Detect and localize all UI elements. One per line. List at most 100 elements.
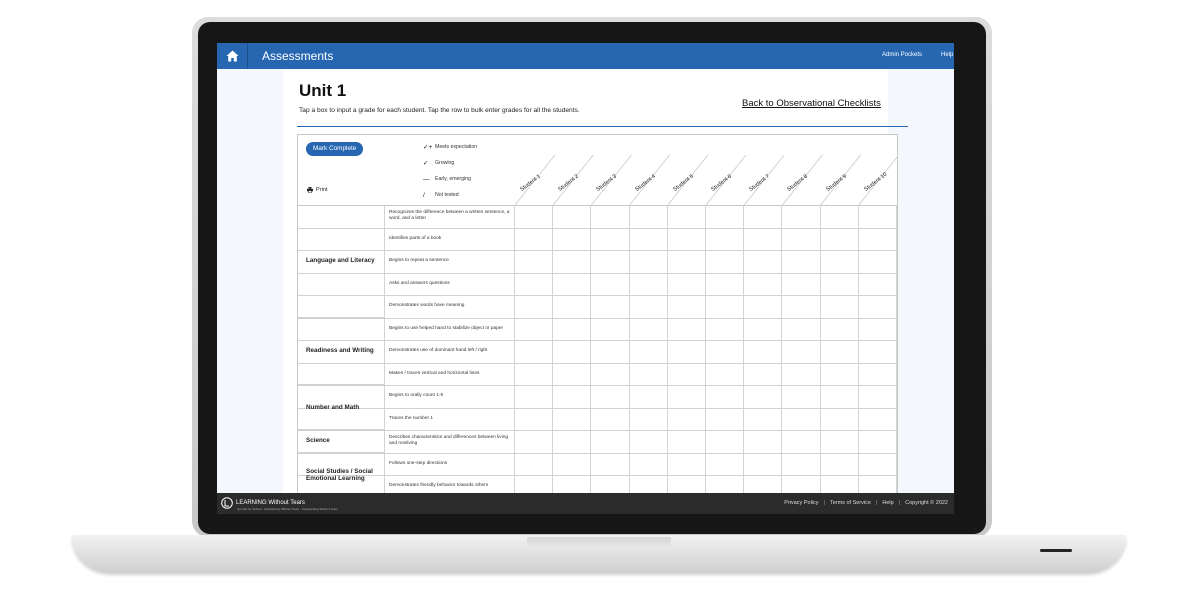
skill-label[interactable]: Begins to use helped hand to stabilize o…: [385, 317, 515, 340]
grade-cell[interactable]: [821, 250, 859, 273]
grade-cell[interactable]: [553, 452, 592, 475]
grade-cell[interactable]: [591, 227, 630, 250]
grade-cell[interactable]: [553, 407, 592, 430]
skill-row[interactable]: Follows one-step directions: [298, 452, 897, 476]
grade-cell[interactable]: [782, 430, 821, 453]
grade-cell[interactable]: [668, 227, 706, 250]
admin-pockets-link[interactable]: Admin Pockets: [882, 52, 922, 58]
grade-cell[interactable]: [782, 205, 821, 228]
grade-cell[interactable]: [859, 430, 897, 453]
grade-cell[interactable]: [591, 317, 630, 340]
grade-cell[interactable]: [553, 250, 592, 273]
skill-label[interactable]: Demonstrates use of dominant hand left /…: [385, 340, 515, 363]
grade-cell[interactable]: [821, 452, 859, 475]
grade-cell[interactable]: [630, 362, 668, 385]
grade-cell[interactable]: [591, 205, 630, 228]
skill-row[interactable]: Begins to repeat a sentence: [298, 250, 897, 274]
privacy-policy-link[interactable]: Privacy Policy: [784, 500, 818, 506]
grade-cell[interactable]: [821, 205, 859, 228]
skill-row[interactable]: Identifies parts of a book: [298, 227, 897, 251]
grade-cell[interactable]: [859, 272, 897, 295]
grade-cell[interactable]: [706, 385, 745, 408]
help-link[interactable]: Help: [941, 52, 953, 58]
footer-help-link[interactable]: Help: [882, 500, 893, 506]
grade-cell[interactable]: [821, 340, 859, 363]
skill-label[interactable]: Describes characteristics and difference…: [385, 430, 515, 453]
grade-cell[interactable]: [515, 227, 554, 250]
grade-cell[interactable]: [668, 385, 706, 408]
grade-cell[interactable]: [744, 452, 783, 475]
grade-cell[interactable]: [706, 452, 745, 475]
grade-cell[interactable]: [668, 295, 706, 318]
grade-cell[interactable]: [782, 340, 821, 363]
skill-label[interactable]: Begins to orally count 1-5: [385, 385, 515, 408]
grade-cell[interactable]: [782, 227, 821, 250]
back-to-checklists-link[interactable]: Back to Observational Checklists: [742, 98, 881, 109]
grade-cell[interactable]: [744, 295, 783, 318]
grade-cell[interactable]: [591, 295, 630, 318]
grade-cell[interactable]: [553, 272, 592, 295]
grade-cell[interactable]: [515, 250, 554, 273]
grade-cell[interactable]: [630, 272, 668, 295]
skill-label[interactable]: Demonstrates words have meaning: [385, 295, 515, 318]
grade-cell[interactable]: [706, 362, 745, 385]
grade-cell[interactable]: [553, 430, 592, 453]
grade-cell[interactable]: [744, 250, 783, 273]
grade-cell[interactable]: [706, 250, 745, 273]
skill-row[interactable]: Asks and answers questions: [298, 272, 897, 296]
grade-cell[interactable]: [821, 295, 859, 318]
grade-cell[interactable]: [859, 385, 897, 408]
grade-cell[interactable]: [706, 430, 745, 453]
grade-cell[interactable]: [706, 272, 745, 295]
grade-cell[interactable]: [553, 340, 592, 363]
grade-cell[interactable]: [859, 295, 897, 318]
grade-cell[interactable]: [821, 317, 859, 340]
grade-cell[interactable]: [553, 385, 592, 408]
grade-cell[interactable]: [515, 430, 554, 453]
grade-cell[interactable]: [744, 407, 783, 430]
skill-label[interactable]: Makes / traces vertical and horizontal l…: [385, 362, 515, 385]
grade-cell[interactable]: [630, 227, 668, 250]
skill-row[interactable]: Recognizes the difference between a writ…: [298, 205, 897, 229]
grade-cell[interactable]: [591, 385, 630, 408]
grade-cell[interactable]: [668, 205, 706, 228]
skill-row[interactable]: Traces the number 1: [298, 407, 897, 431]
grade-cell[interactable]: [515, 362, 554, 385]
grade-cell[interactable]: [859, 407, 897, 430]
grade-cell[interactable]: [706, 317, 745, 340]
grade-cell[interactable]: [668, 340, 706, 363]
grade-cell[interactable]: [591, 250, 630, 273]
grade-cell[interactable]: [782, 250, 821, 273]
terms-of-service-link[interactable]: Terms of Service: [830, 500, 871, 506]
grade-cell[interactable]: [591, 430, 630, 453]
skill-row[interactable]: Begins to orally count 1-5: [298, 385, 897, 409]
grade-cell[interactable]: [515, 205, 554, 228]
grade-cell[interactable]: [706, 205, 745, 228]
grade-cell[interactable]: [630, 430, 668, 453]
grade-cell[interactable]: [515, 340, 554, 363]
skill-label[interactable]: Begins to repeat a sentence: [385, 250, 515, 273]
grade-cell[interactable]: [668, 250, 706, 273]
grade-cell[interactable]: [630, 452, 668, 475]
grade-cell[interactable]: [821, 272, 859, 295]
grade-cell[interactable]: [591, 340, 630, 363]
grade-cell[interactable]: [744, 317, 783, 340]
grade-cell[interactable]: [668, 317, 706, 340]
skill-row[interactable]: Begins to use helped hand to stabilize o…: [298, 317, 897, 341]
grade-cell[interactable]: [515, 407, 554, 430]
grade-cell[interactable]: [668, 430, 706, 453]
skill-row[interactable]: Describes characteristics and difference…: [298, 430, 897, 454]
grade-cell[interactable]: [668, 362, 706, 385]
grade-cell[interactable]: [782, 385, 821, 408]
grade-cell[interactable]: [782, 317, 821, 340]
grade-cell[interactable]: [859, 317, 897, 340]
grade-cell[interactable]: [744, 340, 783, 363]
grade-cell[interactable]: [630, 407, 668, 430]
grade-cell[interactable]: [553, 295, 592, 318]
grade-cell[interactable]: [744, 362, 783, 385]
grade-cell[interactable]: [515, 295, 554, 318]
skill-label[interactable]: Asks and answers questions: [385, 272, 515, 295]
grade-cell[interactable]: [553, 362, 592, 385]
grade-cell[interactable]: [744, 430, 783, 453]
grade-cell[interactable]: [782, 295, 821, 318]
